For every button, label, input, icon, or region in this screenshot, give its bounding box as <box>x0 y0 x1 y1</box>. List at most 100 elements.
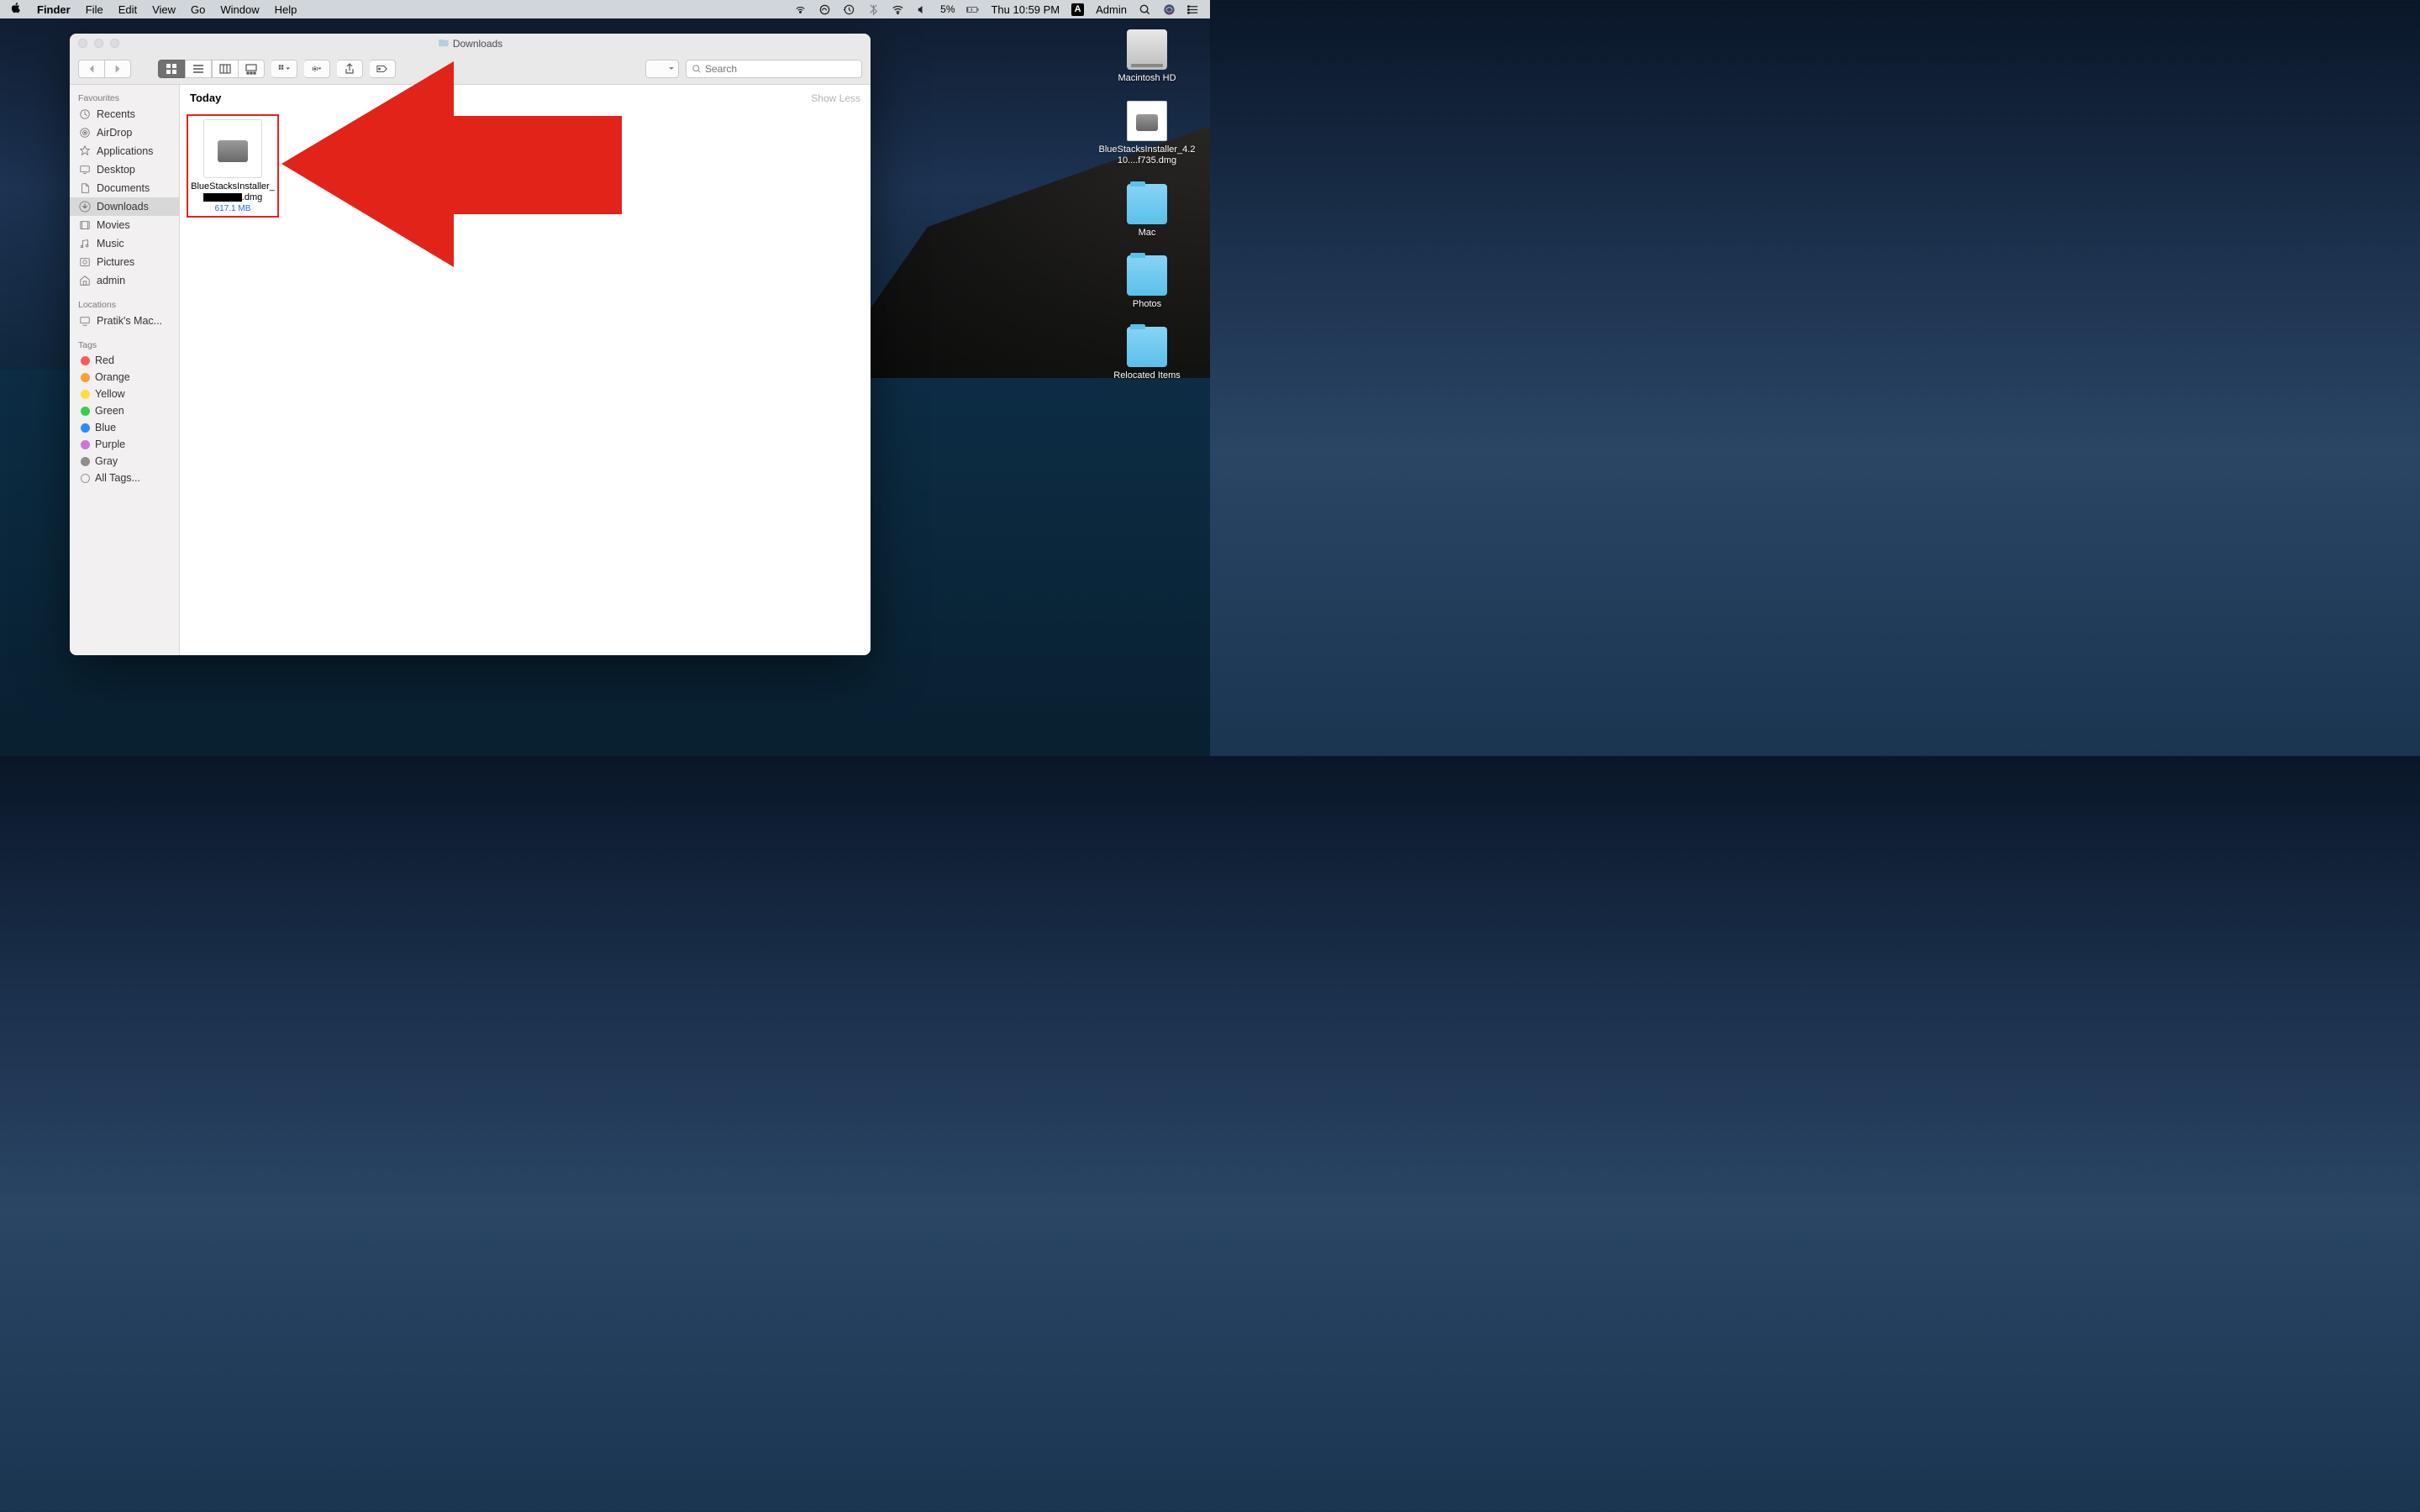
sidebar-section-tags: Tags <box>70 337 179 352</box>
sidebar-section-locations: Locations <box>70 297 179 312</box>
window-title: Downloads <box>438 38 502 50</box>
folder-icon <box>1127 255 1167 296</box>
battery-icon[interactable] <box>966 3 979 16</box>
user-name[interactable]: Admin <box>1096 3 1127 16</box>
minimize-button[interactable] <box>94 39 103 48</box>
sidebar-item-desktop[interactable]: Desktop <box>70 160 179 179</box>
desktop-icon-macintosh-hd[interactable]: Macintosh HD <box>1092 29 1202 84</box>
desktop-icon-photos-folder[interactable]: Photos <box>1092 255 1202 310</box>
gallery-view-button[interactable] <box>239 60 265 78</box>
sidebar-item-label: Blue <box>95 422 116 433</box>
menu-file[interactable]: File <box>86 3 103 16</box>
window-titlebar[interactable]: Downloads <box>70 34 871 53</box>
apple-menu-icon[interactable] <box>10 2 22 17</box>
sidebar-item-label: Red <box>95 354 114 366</box>
fullscreen-button[interactable] <box>110 39 119 48</box>
sidebar-item-music[interactable]: Music <box>70 234 179 253</box>
bluetooth-icon[interactable] <box>867 3 880 16</box>
creative-cloud-icon[interactable] <box>818 3 831 16</box>
close-button[interactable] <box>78 39 87 48</box>
battery-percentage: 5% <box>940 3 955 15</box>
group-button[interactable] <box>271 60 297 78</box>
notification-center-icon[interactable] <box>1187 3 1200 16</box>
sidebar-item-label: Pratik's Mac... <box>97 315 162 327</box>
clock-icon <box>78 108 92 121</box>
text-input-icon[interactable]: A <box>1071 3 1084 16</box>
dmg-file-icon <box>203 119 262 178</box>
sidebar-item-applications[interactable]: Applications <box>70 142 179 160</box>
sidebar-item-pictures[interactable]: Pictures <box>70 253 179 271</box>
window-title-text: Downloads <box>453 38 502 50</box>
menu-go[interactable]: Go <box>191 3 205 16</box>
sidebar-item-label: Gray <box>95 455 118 467</box>
finder-toolbar <box>70 53 871 85</box>
tag-dot-icon <box>81 356 90 365</box>
action-button[interactable] <box>304 60 330 78</box>
tag-dot-icon <box>81 423 90 433</box>
volume-icon[interactable] <box>916 3 929 16</box>
pictures-icon <box>78 255 92 269</box>
sidebar-item-admin[interactable]: admin <box>70 271 179 290</box>
spotlight-icon[interactable] <box>1139 3 1151 16</box>
file-name: BlueStacksInstaller_.dmg <box>188 181 277 203</box>
downloads-icon <box>78 200 92 213</box>
sidebar-tag-yellow[interactable]: Yellow <box>70 386 179 402</box>
sidebar-tag-red[interactable]: Red <box>70 352 179 369</box>
sidebar-item-label: Recents <box>97 108 135 120</box>
menubar: Finder File Edit View Go Window Help 5% … <box>0 0 1210 18</box>
sidebar-tag-orange[interactable]: Orange <box>70 369 179 386</box>
sidebar-item-movies[interactable]: Movies <box>70 216 179 234</box>
list-view-button[interactable] <box>185 60 212 78</box>
sidebar-item-label: Desktop <box>97 164 135 176</box>
icon-view-button[interactable] <box>158 60 185 78</box>
menu-window[interactable]: Window <box>220 3 259 16</box>
sidebar-tag-blue[interactable]: Blue <box>70 419 179 436</box>
menu-help[interactable]: Help <box>275 3 297 16</box>
file-item-bluestacks-installer[interactable]: BlueStacksInstaller_.dmg 617.1 MB <box>187 114 279 218</box>
menu-edit[interactable]: Edit <box>118 3 137 16</box>
share-button[interactable] <box>337 60 363 78</box>
forward-button[interactable] <box>105 60 131 78</box>
sidebar-item-downloads[interactable]: Downloads <box>70 197 179 216</box>
sidebar-item-pratiks-mac[interactable]: Pratik's Mac... <box>70 312 179 330</box>
sidebar-item-label: Applications <box>97 145 153 157</box>
time-machine-icon[interactable] <box>843 3 855 16</box>
sidebar-all-tags[interactable]: All Tags... <box>70 470 179 486</box>
app-name[interactable]: Finder <box>37 3 71 16</box>
wifi-hotspot-icon[interactable] <box>794 3 807 16</box>
sidebar-tag-green[interactable]: Green <box>70 402 179 419</box>
all-tags-icon <box>81 474 90 483</box>
show-less-button[interactable]: Show Less <box>811 92 860 104</box>
tags-button[interactable] <box>370 60 396 78</box>
tag-dot-icon <box>81 407 90 416</box>
sidebar-tag-purple[interactable]: Purple <box>70 436 179 453</box>
sidebar-item-airdrop[interactable]: AirDrop <box>70 123 179 142</box>
sidebar-item-documents[interactable]: Documents <box>70 179 179 197</box>
desktop-icon-mac-folder[interactable]: Mac <box>1092 184 1202 239</box>
section-title: Today <box>190 92 221 104</box>
search-input[interactable] <box>705 63 856 75</box>
search-field[interactable] <box>686 60 862 78</box>
desktop-icon-bluestacks-dmg[interactable]: BlueStacksInstaller_4.210....f735.dmg <box>1092 101 1202 166</box>
clock[interactable]: Thu 10:59 PM <box>991 3 1060 16</box>
siri-icon[interactable] <box>1163 3 1176 16</box>
sidebar-tag-gray[interactable]: Gray <box>70 453 179 470</box>
sidebar-item-label: Purple <box>95 438 125 450</box>
sidebar-item-label: Orange <box>95 371 130 383</box>
desktop-icon-relocated-folder[interactable]: Relocated Items <box>1092 327 1202 381</box>
tag-dot-icon <box>81 440 90 449</box>
wifi-icon[interactable] <box>892 3 904 16</box>
desktop-icon-label: Mac <box>1139 228 1156 239</box>
back-button[interactable] <box>78 60 105 78</box>
dmg-file-icon <box>1127 101 1167 141</box>
sidebar-item-recents[interactable]: Recents <box>70 105 179 123</box>
menu-view[interactable]: View <box>152 3 176 16</box>
sidebar-item-label: Downloads <box>97 201 149 213</box>
path-dropdown[interactable] <box>645 60 679 78</box>
tag-dot-icon <box>81 390 90 399</box>
movies-icon <box>78 218 92 232</box>
hard-drive-icon <box>1127 29 1167 70</box>
column-view-button[interactable] <box>212 60 239 78</box>
sidebar-item-label: Movies <box>97 219 130 231</box>
sidebar-item-label: admin <box>97 275 125 286</box>
